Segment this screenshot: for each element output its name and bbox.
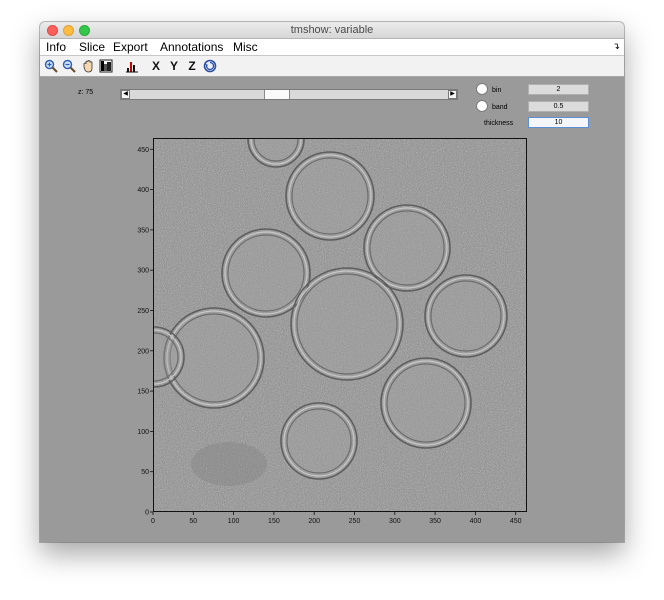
y-tick-label: 100 — [137, 429, 149, 436]
y-tick-label: 0 — [145, 510, 149, 517]
y-axis-ticks: 0 50 100 150 200 250 300 350 400 450 — [137, 147, 153, 517]
x-tick-label: 200 — [308, 518, 320, 525]
x-tick-label: 250 — [349, 518, 361, 525]
x-tick-label: 350 — [429, 518, 441, 525]
x-axis-ticks: 0 50 100 150 200 250 300 350 400 450 — [151, 512, 522, 525]
x-tick-label: 450 — [510, 518, 522, 525]
x-tick-label: 0 — [151, 518, 155, 525]
x-tick-label: 50 — [189, 518, 197, 525]
vesicle-interior — [427, 277, 505, 355]
x-tick-label: 400 — [470, 518, 482, 525]
y-tick-label: 50 — [141, 469, 149, 476]
vesicle-interior — [283, 405, 355, 477]
y-tick-label: 250 — [137, 308, 149, 315]
x-tick-label: 100 — [228, 518, 240, 525]
x-tick-label: 300 — [389, 518, 401, 525]
tomogram-slice-image[interactable] — [153, 138, 527, 512]
debris-cluster — [191, 442, 267, 486]
y-tick-label: 200 — [137, 348, 149, 355]
y-tick-label: 350 — [137, 227, 149, 234]
y-tick-label: 450 — [137, 147, 149, 154]
y-tick-label: 300 — [137, 268, 149, 275]
x-tick-label: 150 — [268, 518, 280, 525]
app-window: tmshow: variable Info Slice Export Annot… — [40, 22, 624, 542]
y-tick-label: 150 — [137, 389, 149, 396]
y-tick-label: 400 — [137, 187, 149, 194]
